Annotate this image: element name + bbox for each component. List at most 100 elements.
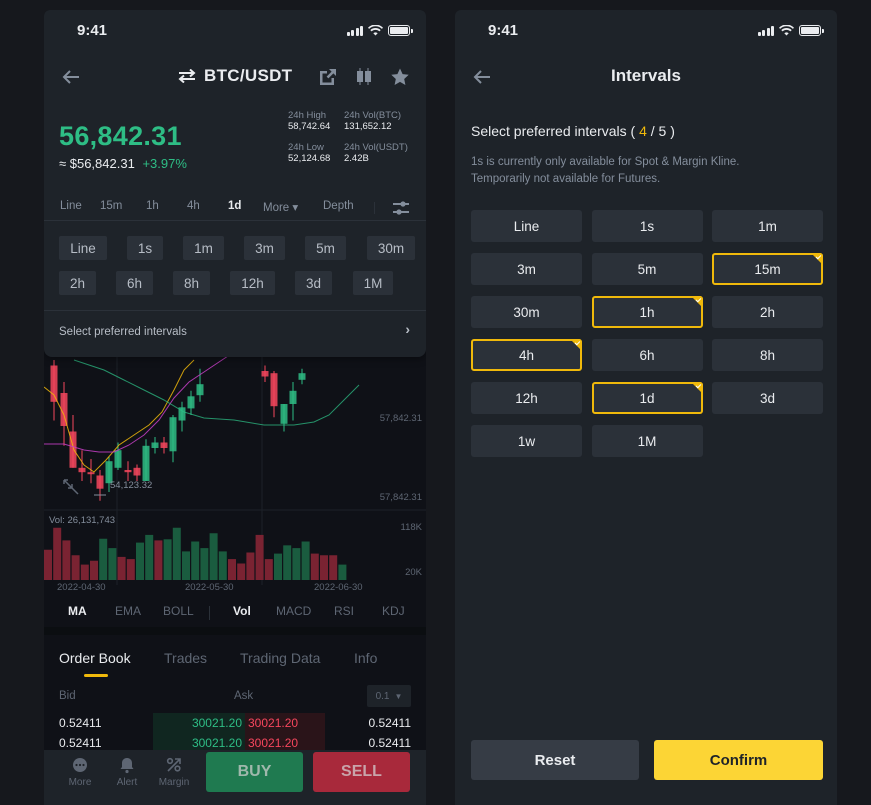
- interval-option-5m[interactable]: 5m: [591, 253, 703, 285]
- candle-body: [187, 396, 195, 409]
- date-label-1: 2022-04-30: [57, 582, 106, 593]
- kline-chart[interactable]: 57,842.31 57,842.31 54,123.32 Vol: 26,13…: [44, 340, 426, 610]
- volume-bar: [62, 540, 71, 580]
- divider: [44, 310, 426, 311]
- interval-option-label: Line: [513, 218, 540, 234]
- interval-option-2h[interactable]: 2h: [712, 296, 823, 328]
- chip-1M[interactable]: 1M: [353, 271, 393, 295]
- volume-bar: [218, 551, 227, 580]
- low-marker-label: 54,123.32: [110, 480, 153, 491]
- signal-icon: [757, 25, 774, 36]
- chip-line[interactable]: Line: [59, 236, 107, 260]
- arrow-left-icon[interactable]: [60, 66, 82, 88]
- chip-2h[interactable]: 2h: [59, 271, 96, 295]
- tab-info[interactable]: Info: [354, 650, 377, 666]
- candle-body: [169, 417, 177, 452]
- tab-order-book[interactable]: Order Book: [59, 650, 131, 666]
- volume-bar: [90, 560, 98, 580]
- indicator-macd[interactable]: MACD: [276, 604, 311, 618]
- interval-option-label: 30m: [513, 304, 540, 320]
- volume-bar: [329, 555, 338, 580]
- interval-1d[interactable]: 1d: [228, 200, 241, 212]
- sell-button[interactable]: SELL: [313, 752, 410, 792]
- interval-15m[interactable]: 15m: [100, 200, 122, 212]
- share-icon[interactable]: [318, 67, 338, 87]
- active-tab-indicator: [84, 674, 108, 677]
- margin-button[interactable]: Margin: [154, 756, 194, 788]
- chip-3m[interactable]: 3m: [244, 236, 285, 260]
- bid-price[interactable]: 30021.20: [153, 713, 245, 733]
- interval-option-1m[interactable]: 1M: [591, 425, 703, 457]
- interval-1h[interactable]: 1h: [146, 200, 159, 212]
- status-bar: 9:41: [455, 10, 837, 54]
- interval-option-30m[interactable]: 30m: [471, 296, 582, 328]
- bid-qty: 0.52411: [59, 716, 102, 730]
- volume-bar: [200, 548, 209, 580]
- interval-option-6h[interactable]: 6h: [591, 339, 703, 371]
- star-icon[interactable]: [390, 67, 410, 87]
- chip-6h[interactable]: 6h: [116, 271, 153, 295]
- interval-option-1w[interactable]: 1w: [471, 425, 582, 457]
- indicator-kdj[interactable]: KDJ: [382, 604, 405, 618]
- interval-option-3m[interactable]: 3m: [471, 253, 582, 285]
- interval-option-15m[interactable]: 15m: [712, 253, 823, 285]
- ask-price[interactable]: 30021.20: [245, 713, 325, 733]
- tab-trades[interactable]: Trades: [164, 650, 207, 666]
- chip-12h[interactable]: 12h: [230, 271, 275, 295]
- alert-label: Alert: [116, 777, 138, 788]
- divider: [44, 220, 426, 221]
- interval-option-8h[interactable]: 8h: [712, 339, 823, 371]
- chip-8h[interactable]: 8h: [173, 271, 210, 295]
- ask-qty: 0.52411: [368, 736, 412, 750]
- more-button[interactable]: More: [60, 756, 100, 788]
- candlestick-icon[interactable]: [354, 67, 374, 87]
- indicator-rsi[interactable]: RSI: [334, 604, 354, 618]
- interval-option-1h[interactable]: 1h: [591, 296, 703, 328]
- interval-option-line[interactable]: Line: [471, 210, 582, 242]
- selected-check-icon: [811, 253, 823, 265]
- interval-more[interactable]: More ▾: [263, 200, 298, 214]
- interval-option-4h[interactable]: 4h: [471, 339, 582, 371]
- stat-label: 24h Vol(USDT): [344, 142, 408, 153]
- depth-tab[interactable]: Depth: [323, 200, 354, 212]
- pair-title: BTC/USDT: [204, 66, 293, 85]
- indicator-vol[interactable]: Vol: [233, 604, 251, 618]
- interval-line[interactable]: Line: [60, 200, 82, 212]
- indicator-ema[interactable]: EMA: [115, 604, 141, 618]
- pair-selector[interactable]: BTC/USDT: [178, 66, 292, 86]
- confirm-button[interactable]: Confirm: [654, 740, 823, 780]
- nav-actions: [318, 67, 410, 87]
- stat-value: 58,742.64: [288, 121, 331, 132]
- chip-1m[interactable]: 1m: [183, 236, 224, 260]
- indicator-ma[interactable]: MA: [68, 604, 87, 618]
- price-change: +3.97%: [142, 156, 187, 171]
- interval-option-1m[interactable]: 1m: [712, 210, 823, 242]
- chip-30m[interactable]: 30m: [367, 236, 415, 260]
- interval-bar: Line 15m 1h 4h 1d More ▾ Depth: [44, 196, 426, 220]
- select-preferred-intervals-link[interactable]: Select preferred intervals ›: [59, 321, 410, 338]
- interval-option-12h[interactable]: 12h: [471, 382, 582, 414]
- volume-bar: [163, 539, 172, 580]
- section-divider: [44, 627, 426, 635]
- interval-option-1s[interactable]: 1s: [591, 210, 703, 242]
- chip-5m[interactable]: 5m: [305, 236, 346, 260]
- interval-option-1d[interactable]: 1d: [591, 382, 703, 414]
- alert-button[interactable]: Alert: [107, 756, 147, 788]
- indicator-boll[interactable]: BOLL: [163, 604, 194, 618]
- chip-3d[interactable]: 3d: [295, 271, 332, 295]
- volume-bar: [320, 555, 328, 580]
- reset-button[interactable]: Reset: [471, 740, 639, 780]
- buy-button[interactable]: BUY: [206, 752, 303, 792]
- interval-option-3d[interactable]: 3d: [712, 382, 823, 414]
- settings-sliders-icon[interactable]: [392, 199, 410, 217]
- precision-select[interactable]: 0.1 ▼: [367, 685, 411, 707]
- interval-4h[interactable]: 4h: [187, 200, 200, 212]
- status-bar: 9:41: [44, 10, 426, 54]
- tab-trading-data[interactable]: Trading Data: [240, 650, 320, 666]
- chip-1s[interactable]: 1s: [127, 236, 163, 260]
- vol-axis-label-top: 118K: [400, 522, 422, 533]
- interval-bar-divider: [374, 202, 375, 214]
- candle-body: [280, 404, 288, 424]
- candle-body: [78, 467, 86, 473]
- heading-suffix: / 5 ): [650, 123, 675, 139]
